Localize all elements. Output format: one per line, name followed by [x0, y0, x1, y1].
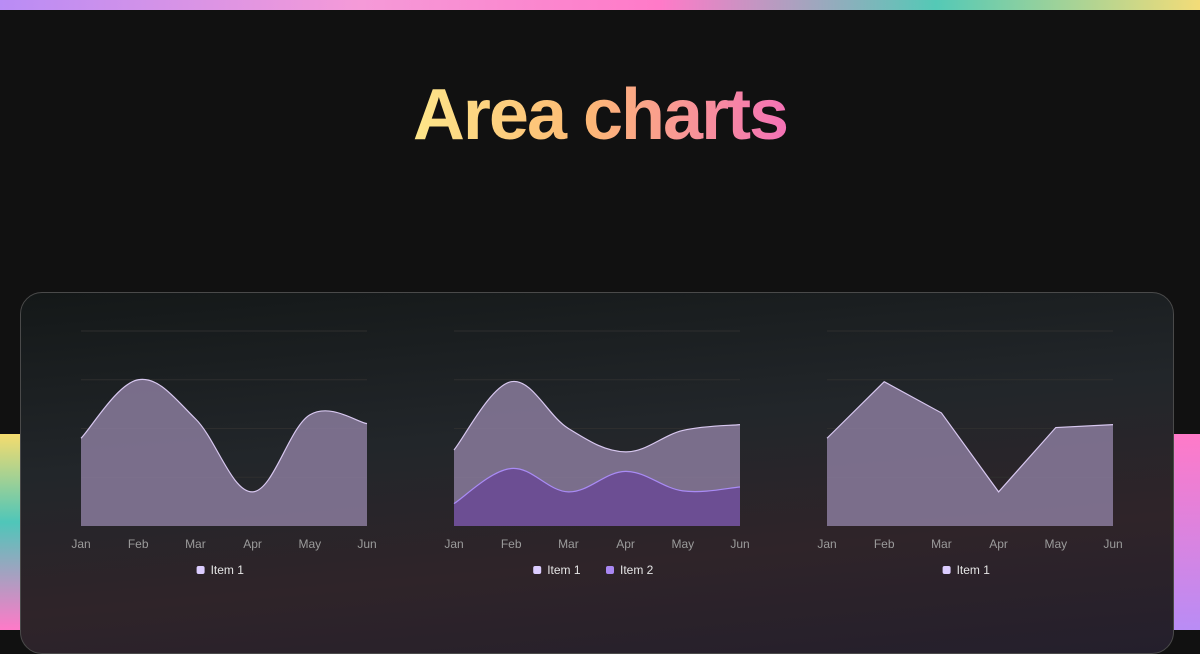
- x-tick-label: May: [671, 537, 694, 551]
- area-chart-1: Jan Feb Mar Apr May Jun Item 1: [71, 330, 377, 577]
- x-tick-label: Jan: [817, 537, 836, 551]
- x-tick-label: Jun: [357, 537, 376, 551]
- legend-item[interactable]: Item 1: [196, 563, 245, 577]
- legend-swatch: [942, 566, 951, 574]
- legend-swatch: [196, 566, 205, 574]
- page-title-text: Area charts: [412, 75, 789, 155]
- series-area-item-1: [827, 381, 1113, 526]
- charts-panel: Jan Feb Mar Apr May Jun Item 1 Jan Feb Mar Apr May J…: [20, 292, 1174, 654]
- x-tick-label: Jan: [444, 537, 463, 551]
- x-tick-label: Feb: [501, 537, 522, 551]
- page-title: Area charts: [0, 70, 1200, 160]
- right-gradient-accent: [1170, 434, 1200, 630]
- top-gradient-bar: [0, 0, 1200, 10]
- area-chart-3: Jan Feb Mar Apr May Jun Item 1: [817, 330, 1123, 577]
- x-tick-label: Apr: [616, 537, 635, 551]
- legend-label: Item 1: [957, 563, 991, 577]
- series-area-item-1: [81, 379, 367, 526]
- x-tick-label: Jun: [1103, 537, 1122, 551]
- legend-label: Item 1: [547, 563, 581, 577]
- x-tick-label: Mar: [931, 537, 952, 551]
- x-tick-label: Mar: [185, 537, 206, 551]
- x-tick-label: Apr: [989, 537, 1008, 551]
- x-tick-label: Jun: [730, 537, 749, 551]
- legend-label: Item 2: [620, 563, 654, 577]
- x-tick-label: May: [1044, 537, 1067, 551]
- x-tick-label: Apr: [243, 537, 262, 551]
- area-chart-2: Jan Feb Mar Apr May Jun Item 1 Item 2: [444, 330, 750, 577]
- x-tick-label: Feb: [128, 537, 149, 551]
- x-tick-label: Feb: [874, 537, 895, 551]
- legend-label: Item 1: [211, 563, 245, 577]
- legend-swatch: [533, 566, 542, 574]
- x-tick-label: Mar: [558, 537, 579, 551]
- x-tick-label: Jan: [71, 537, 90, 551]
- left-gradient-accent: [0, 434, 22, 630]
- legend-swatch: [606, 566, 614, 574]
- legend-item[interactable]: Item 2: [606, 563, 654, 577]
- legend-item[interactable]: Item 1: [533, 563, 581, 577]
- charts-svg: Jan Feb Mar Apr May JunItem 1Jan Feb Mar Apr May J…: [71, 330, 1123, 577]
- x-tick-label: May: [298, 537, 321, 551]
- legend-item[interactable]: Item 1: [942, 563, 991, 577]
